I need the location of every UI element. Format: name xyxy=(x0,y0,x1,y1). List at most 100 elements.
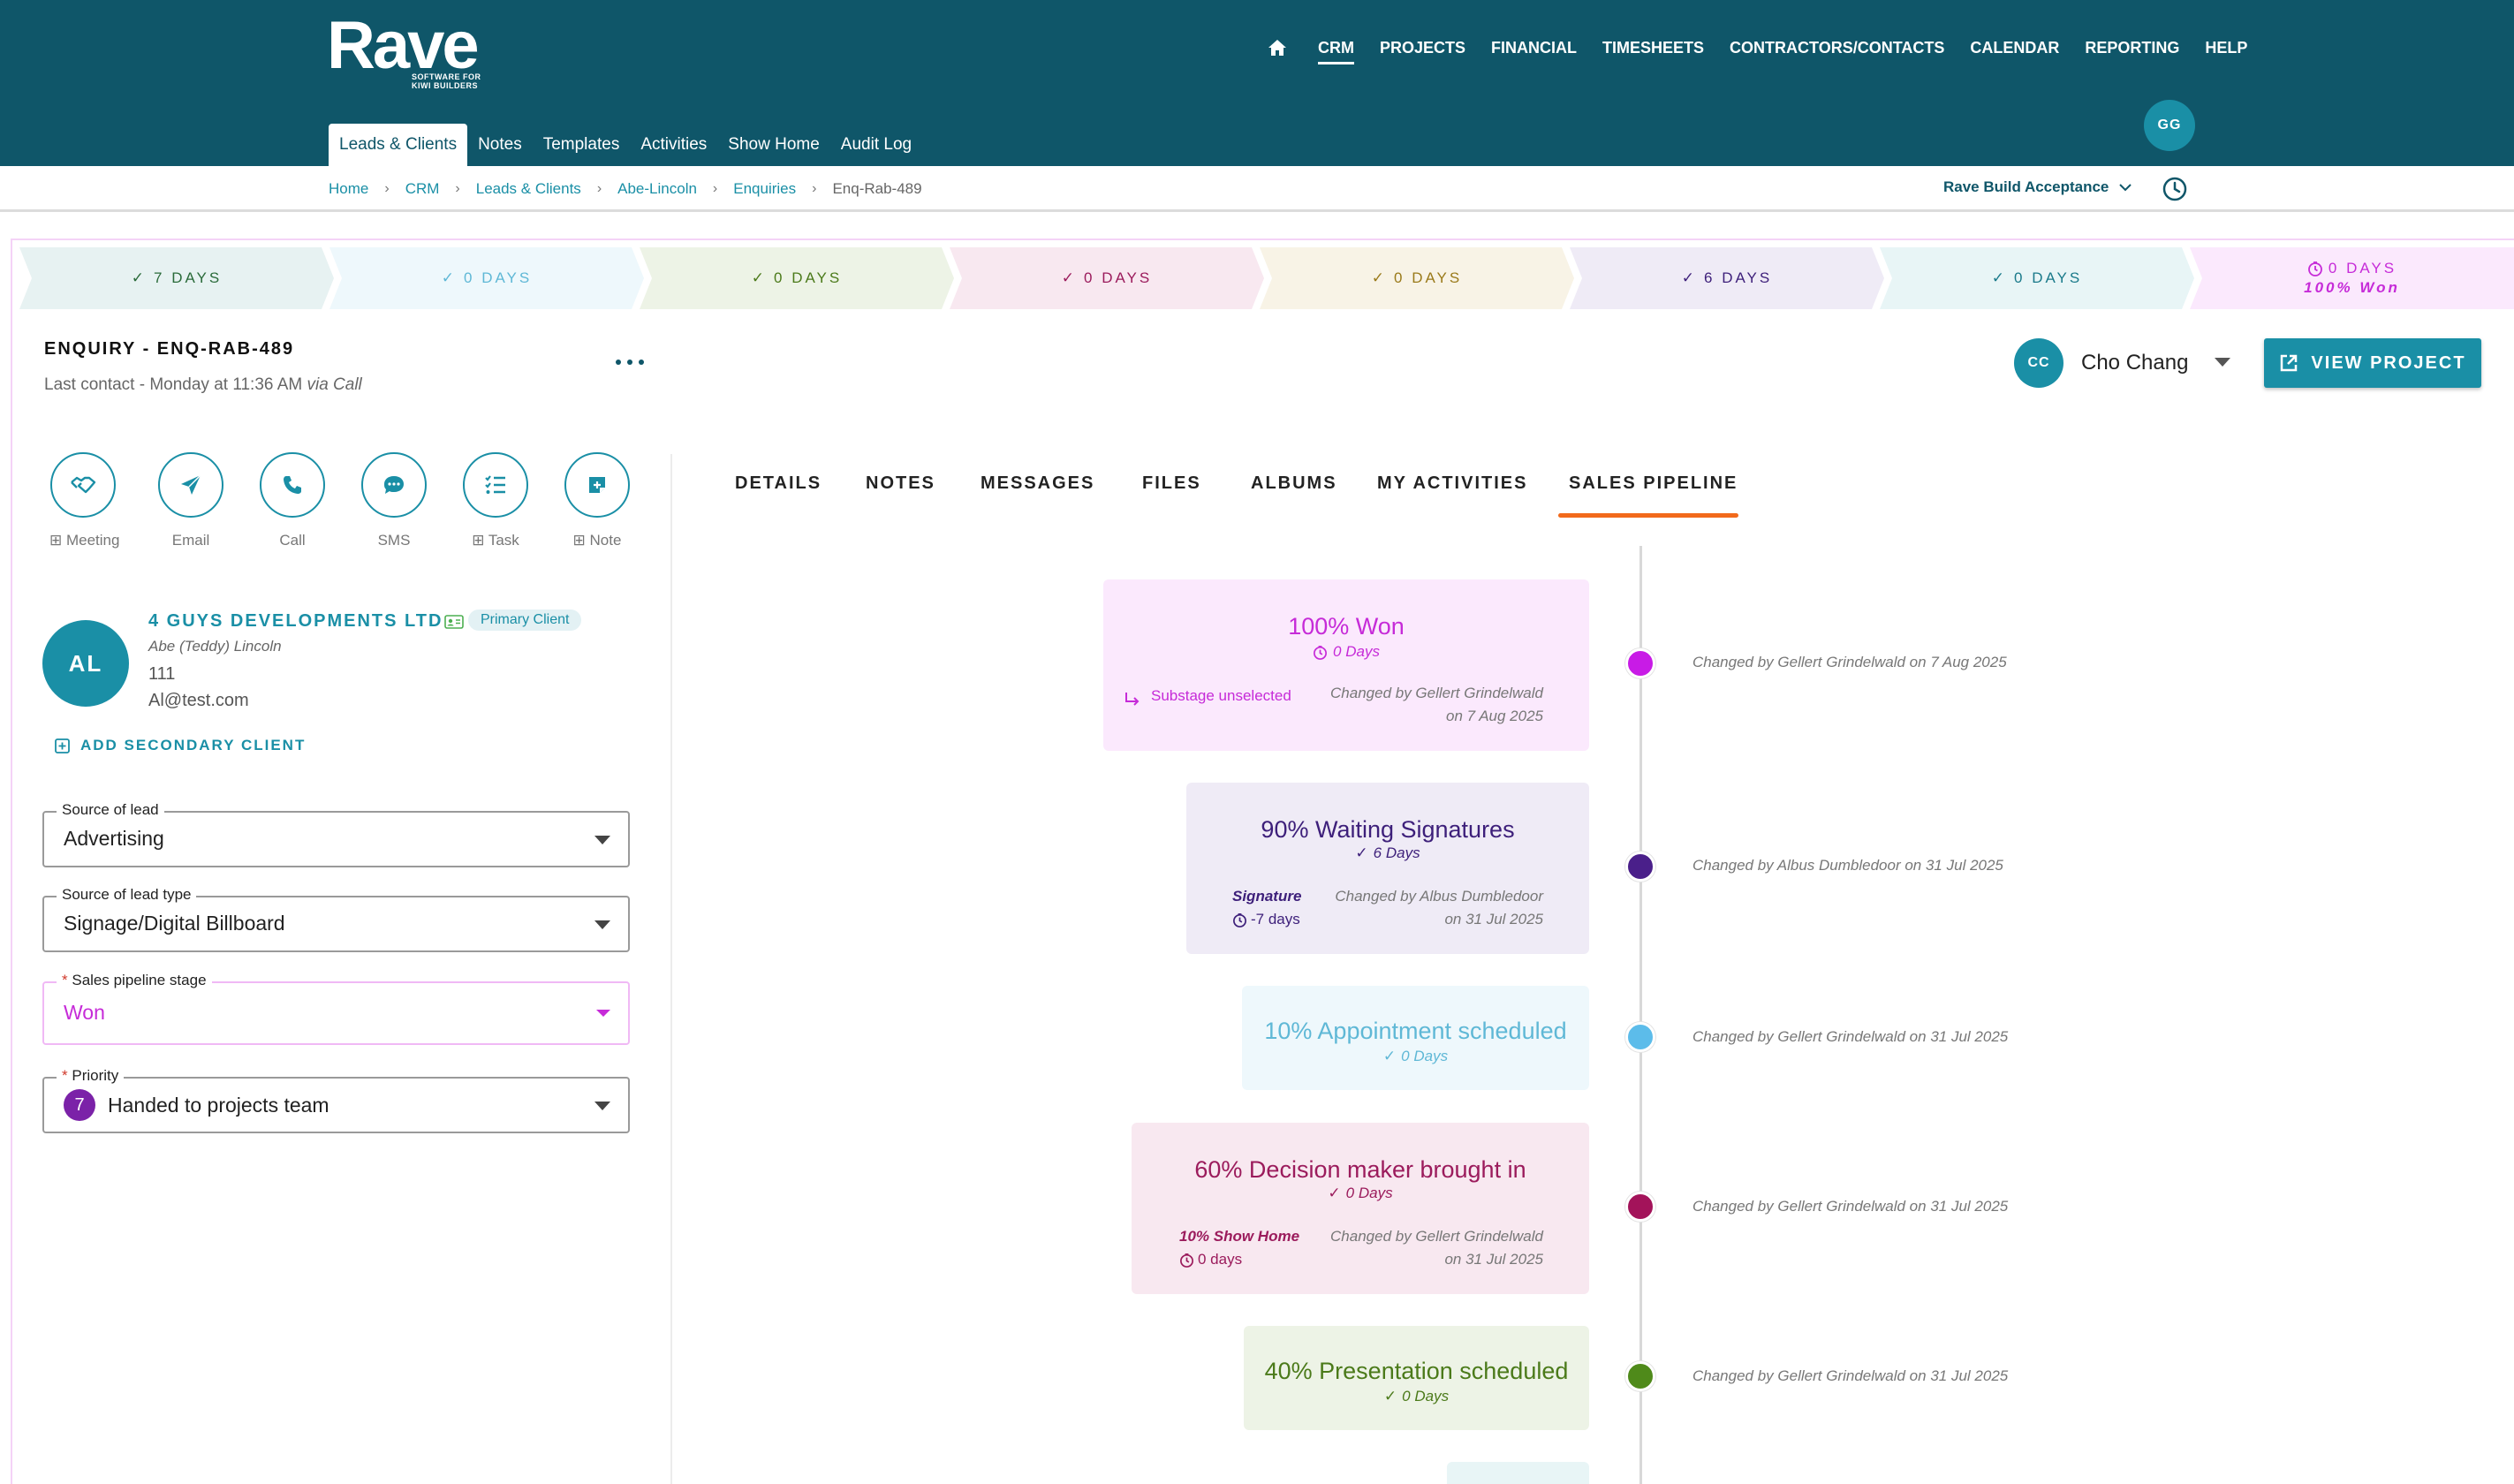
timeline-card[interactable]: 40% Presentation scheduled ✓ 0 Days xyxy=(1244,1326,1589,1430)
assignee-avatar: CC xyxy=(2014,338,2063,388)
quick-action-label: SMS xyxy=(377,532,411,549)
tab-notes[interactable]: NOTES xyxy=(866,473,935,494)
nav-contractors-contacts[interactable]: CONTRACTORS/CONTACTS xyxy=(1730,39,1944,57)
chevron-right-icon: › xyxy=(384,181,390,196)
timeline-entry-meta: Changed by Gellert Grindelwald on 31 Jul… xyxy=(1692,1367,2009,1384)
sales-pipeline-stage-select[interactable]: * Sales pipeline stage Won xyxy=(42,972,630,1045)
timeline-entry-meta: Changed by Gellert Grindelwald on 31 Jul… xyxy=(1692,1198,2009,1215)
tab-details[interactable]: DETAILS xyxy=(735,473,822,494)
stage-title: 60% Decision maker brought in xyxy=(1194,1156,1526,1183)
panel-divider xyxy=(670,454,672,1484)
active-tab-indicator xyxy=(1558,513,1738,518)
timeline-card[interactable]: 10% Appointment scheduled ✓ 0 Days xyxy=(1242,986,1589,1090)
tab-albums[interactable]: ALBUMS xyxy=(1251,473,1337,494)
stage-segment[interactable]: ✓ 0 DAYS xyxy=(950,247,1264,309)
quick-action-task[interactable]: ⊞ Task xyxy=(462,452,529,549)
more-options-icon[interactable] xyxy=(616,353,644,371)
subnav-templates[interactable]: Templates xyxy=(533,124,631,166)
subnav-audit-log[interactable]: Audit Log xyxy=(830,124,922,166)
subnav-leads-clients[interactable]: Leads & Clients xyxy=(329,124,468,166)
nav-crm[interactable]: CRM xyxy=(1318,39,1354,64)
last-contact: Last contact - Monday at 11:36 AM via Ca… xyxy=(44,375,362,394)
breadcrumb-crm[interactable]: CRM xyxy=(405,180,440,198)
view-project-button[interactable]: VIEW PROJECT xyxy=(2264,338,2481,388)
client-email[interactable]: Al@test.com xyxy=(148,691,249,711)
caret-down-icon xyxy=(594,920,610,929)
nav-reporting[interactable]: REPORTING xyxy=(2085,39,2179,57)
stage-segment[interactable]: ✓ 0 DAYS xyxy=(640,247,954,309)
source-of-lead-select[interactable]: Source of lead Advertising xyxy=(42,801,630,867)
breadcrumb-home[interactable]: Home xyxy=(329,180,368,198)
stage-days: 0 DAYS xyxy=(464,269,533,286)
assignee-selector[interactable]: CC Cho Chang xyxy=(2014,338,2231,388)
timeline-entry-meta: Changed by Gellert Grindelwald on 31 Jul… xyxy=(1692,1028,2009,1045)
card-changed-by: Changed by Albus Dumbledoor on 31 Jul 20… xyxy=(1335,888,1543,928)
environment-label: Rave Build Acceptance xyxy=(1943,178,2109,195)
tab-messages[interactable]: MESSAGES xyxy=(981,473,1094,494)
nav-projects[interactable]: PROJECTS xyxy=(1380,39,1465,57)
nav-help[interactable]: HELP xyxy=(2205,39,2247,57)
add-secondary-client-button[interactable]: ADD SECONDARY CLIENT xyxy=(55,737,306,754)
card-changed-by: Changed by Gellert Grindelwald on 7 Aug … xyxy=(1330,685,1543,724)
tab-sales-pipeline[interactable]: SALES PIPELINE xyxy=(1569,473,1738,494)
timeline-card[interactable]: 60% Decision maker brought in ✓ 0 Days 1… xyxy=(1132,1123,1589,1294)
checklist-icon xyxy=(463,452,528,518)
check-icon: ✓ xyxy=(1991,269,2008,286)
main-nav: CRM PROJECTS FINANCIAL TIMESHEETS CONTRA… xyxy=(1265,35,2273,64)
stage-segment[interactable]: ✓ 0 DAYS xyxy=(1260,247,1574,309)
subnav-activities[interactable]: Activities xyxy=(630,124,717,166)
breadcrumb-leads-clients[interactable]: Leads & Clients xyxy=(476,180,581,198)
source-of-lead-type-select[interactable]: Source of lead type Signage/Digital Bill… xyxy=(42,886,630,952)
card-changed-by: Changed by Gellert Grindelwald on 31 Jul… xyxy=(1330,1228,1543,1268)
check-icon: ✓ xyxy=(1371,269,1388,286)
stage-segment[interactable]: ✓ 0 DAYS xyxy=(1880,247,2194,309)
timeline-dot xyxy=(1625,1022,1655,1052)
environment-selector[interactable]: Rave Build Acceptance xyxy=(1943,178,2132,196)
check-icon: ✓ xyxy=(131,269,148,286)
stage-days: 0 DAYS xyxy=(1084,269,1153,286)
breadcrumb-client[interactable]: Abe-Lincoln xyxy=(617,180,697,198)
pipeline-stage-strip: ✓ 7 DAYS ✓ 0 DAYS ✓ 0 DAYS ✓ 0 DAYS ✓ 0 DAYS … xyxy=(19,247,2514,309)
subnav-show-home[interactable]: Show Home xyxy=(717,124,830,166)
timer-icon xyxy=(1233,912,1246,928)
nav-timesheets[interactable]: TIMESHEETS xyxy=(1602,39,1704,57)
quick-action-email[interactable]: Email xyxy=(157,452,224,549)
rave-logo[interactable]: Rave SOFTWARE FOR KIWI BUILDERS xyxy=(327,12,481,91)
history-clock-icon[interactable] xyxy=(2161,175,2189,203)
stage-segment-current[interactable]: 0 DAYS 100% Won xyxy=(2190,247,2514,309)
nav-calendar[interactable]: CALENDAR xyxy=(1970,39,2059,57)
subnav-notes[interactable]: Notes xyxy=(467,124,533,166)
stage-segment[interactable]: ✓ 6 DAYS xyxy=(1570,247,1884,309)
timeline-card[interactable]: 90% Waiting Signatures ✓ 6 Days Signatur… xyxy=(1186,783,1589,954)
handshake-icon xyxy=(50,452,116,518)
breadcrumb-enquiries[interactable]: Enquiries xyxy=(733,180,796,198)
stage-title: 10% Appointment scheduled xyxy=(1264,1018,1567,1044)
field-value: 7 Handed to projects team xyxy=(64,1089,329,1121)
client-name[interactable]: 4 GUYS DEVELOPMENTS LTD xyxy=(148,611,443,632)
enquiry-title: ENQUIRY - ENQ-RAB-489 xyxy=(44,339,295,359)
quick-action-sms[interactable]: SMS xyxy=(360,452,428,549)
timeline-card[interactable]: 100% Won 0 Days Substage unselected Chan… xyxy=(1103,579,1589,751)
tab-my-activities[interactable]: MY ACTIVITIES xyxy=(1377,473,1527,494)
user-avatar[interactable]: GG xyxy=(2144,100,2195,151)
quick-action-meeting[interactable]: ⊞ Meeting xyxy=(49,452,119,549)
stage-segment[interactable]: ✓ 7 DAYS xyxy=(19,247,334,309)
timeline-card-partial[interactable] xyxy=(1447,1462,1589,1484)
stage-days: 6 DAYS xyxy=(1704,269,1773,286)
priority-select[interactable]: * Priority 7 Handed to projects team xyxy=(42,1067,630,1133)
stage-segment[interactable]: ✓ 0 DAYS xyxy=(329,247,644,309)
quick-action-note[interactable]: ⊞ Note xyxy=(564,452,631,549)
stage-duration: ✓ 6 Days xyxy=(1355,844,1420,861)
home-icon[interactable] xyxy=(1265,35,1290,60)
quick-action-call[interactable]: Call xyxy=(259,452,326,549)
client-phone[interactable]: 111 xyxy=(148,664,175,685)
field-value: Signage/Digital Billboard xyxy=(64,912,285,935)
timeline-dot xyxy=(1625,648,1655,678)
stage-days: 0 DAYS xyxy=(774,269,843,286)
sub-nav: Leads & Clients Notes Templates Activiti… xyxy=(329,124,922,166)
timeline-entry-meta: Changed by Gellert Grindelwald on 7 Aug … xyxy=(1692,654,2007,670)
timer-icon xyxy=(1314,645,1327,660)
nav-financial[interactable]: FINANCIAL xyxy=(1491,39,1577,57)
timeline-dot xyxy=(1625,1192,1655,1222)
tab-files[interactable]: FILES xyxy=(1142,473,1201,494)
